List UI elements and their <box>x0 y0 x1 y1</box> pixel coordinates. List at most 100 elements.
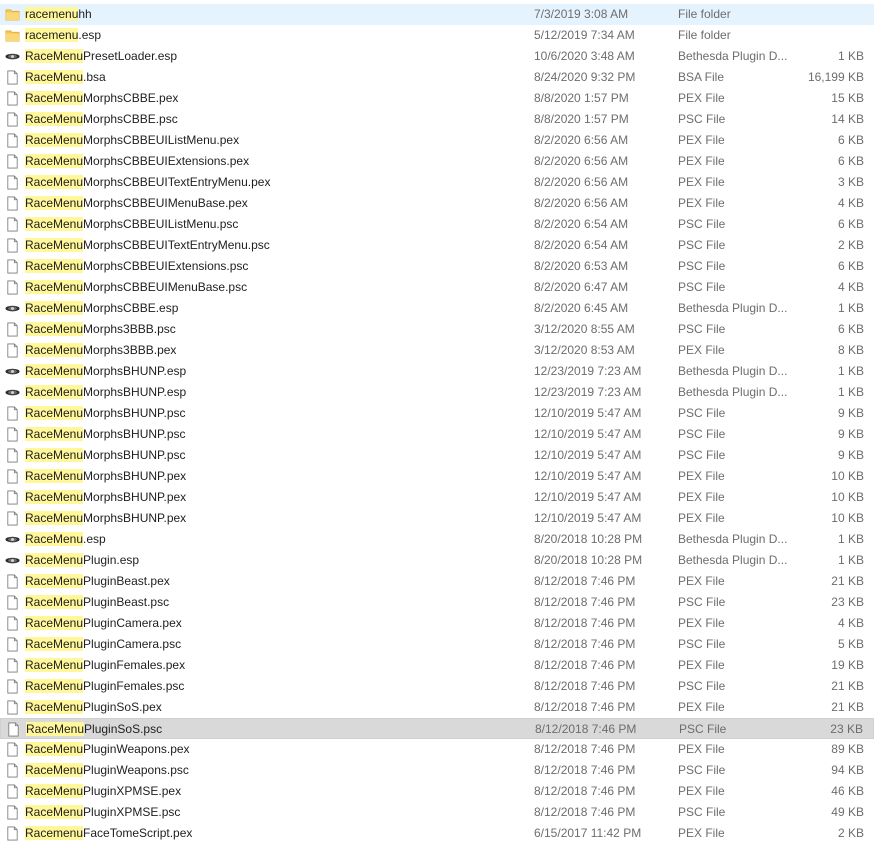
file-row[interactable]: RaceMenu.bsa 8/24/2020 9:32 PM BSA File 16,… <box>0 67 874 88</box>
file-name-rest: PluginWeapons.pex <box>83 742 190 756</box>
file-name: RaceMenuMorphsCBBEUIMenuBase.psc <box>25 277 247 298</box>
file-icon <box>5 511 20 526</box>
file-row[interactable]: RaceMenuMorphsCBBEUIListMenu.psc 8/2/2020… <box>0 214 874 235</box>
date-modified: 12/10/2019 5:47 AM <box>534 469 642 483</box>
file-name-rest: PluginFemales.psc <box>83 679 185 693</box>
file-row[interactable]: RaceMenuMorphsBHUNP.esp 12/23/2019 7:23 A… <box>0 382 874 403</box>
file-row[interactable]: RaceMenuMorphsCBBEUIExtensions.pex 8/2/20… <box>0 151 874 172</box>
search-match-highlight: RaceMenu <box>25 217 84 231</box>
file-row[interactable]: RaceMenuMorphsBHUNP.esp 12/23/2019 7:23 A… <box>0 361 874 382</box>
search-match-highlight: RaceMenu <box>25 658 84 672</box>
file-row[interactable]: RaceMenuPresetLoader.esp 10/6/2020 3:48 A… <box>0 46 874 67</box>
file-row[interactable]: racemenu.esp 5/12/2019 7:34 AM File folder <box>0 25 874 46</box>
date-modified: 8/12/2018 7:46 PM <box>534 616 636 630</box>
file-row[interactable]: RaceMenuMorphsCBBEUITextEntryMenu.pex 8/2… <box>0 172 874 193</box>
folder-icon <box>5 28 20 43</box>
file-row[interactable]: RaceMenuMorphsCBBEUIMenuBase.pex 8/2/2020… <box>0 193 874 214</box>
file-row[interactable]: RaceMenuPluginSoS.psc 8/12/2018 7:46 PM PS… <box>0 718 874 739</box>
file-row[interactable]: RaceMenuMorphsBHUNP.pex 12/10/2019 5:47 A… <box>0 466 874 487</box>
file-name: RaceMenu.esp <box>25 529 106 550</box>
file-row[interactable]: RaceMenuPluginXPMSE.pex 8/12/2018 7:46 PM… <box>0 781 874 802</box>
file-row[interactable]: RacemenuFaceTomeScript.pex 6/15/2017 11:4… <box>0 823 874 844</box>
file-row[interactable]: RaceMenuMorphsCBBEUIExtensions.psc 8/2/20… <box>0 256 874 277</box>
search-match-highlight: RaceMenu <box>25 385 84 399</box>
date-modified: 8/2/2020 6:45 AM <box>534 301 629 315</box>
search-match-highlight: RaceMenu <box>25 700 84 714</box>
file-size: 4 KB <box>837 616 864 630</box>
date-modified: 6/15/2017 11:42 PM <box>534 826 642 840</box>
file-name-rest: PluginXPMSE.pex <box>83 784 182 798</box>
file-name: RaceMenuPluginSoS.psc <box>26 719 162 740</box>
file-row[interactable]: RaceMenuPlugin.esp 8/20/2018 10:28 PM Beth… <box>0 550 874 571</box>
file-size: 21 KB <box>831 574 864 588</box>
file-size: 23 KB <box>831 595 864 609</box>
search-match-highlight: RaceMenu <box>25 301 84 315</box>
date-modified: 3/12/2020 8:53 AM <box>534 343 635 357</box>
file-size: 23 KB <box>830 722 863 736</box>
file-name: RaceMenuPluginWeapons.psc <box>25 760 189 781</box>
file-name: RaceMenuMorphsCBBEUIListMenu.psc <box>25 214 238 235</box>
file-icon <box>5 112 20 127</box>
file-row[interactable]: RaceMenuPluginCamera.psc 8/12/2018 7:46 P… <box>0 634 874 655</box>
file-row[interactable]: RaceMenuMorphsBHUNP.pex 12/10/2019 5:47 A… <box>0 508 874 529</box>
file-row[interactable]: RaceMenuMorphsBHUNP.psc 12/10/2019 5:47 A… <box>0 403 874 424</box>
file-name-rest: MorphsBHUNP.esp <box>83 364 187 378</box>
file-row[interactable]: RaceMenuPluginBeast.pex 8/12/2018 7:46 PM… <box>0 571 874 592</box>
file-size: 2 KB <box>837 826 864 840</box>
file-row[interactable]: RaceMenuMorphsCBBE.esp 8/2/2020 6:45 AM Be… <box>0 298 874 319</box>
file-row[interactable]: RaceMenuMorphsBHUNP.psc 12/10/2019 5:47 A… <box>0 424 874 445</box>
file-name-rest: Morphs3BBB.pex <box>83 343 177 357</box>
file-icon <box>5 469 20 484</box>
file-type: PSC File <box>678 406 726 420</box>
search-match-highlight: RaceMenu <box>25 616 84 630</box>
file-size: 6 KB <box>837 217 864 231</box>
file-row[interactable]: racemenuhh 7/3/2019 3:08 AM File folder <box>0 4 874 25</box>
file-row[interactable]: RaceMenuMorphs3BBB.psc 3/12/2020 8:55 AM P… <box>0 319 874 340</box>
file-row[interactable]: RaceMenuPluginFemales.pex 8/12/2018 7:46 … <box>0 655 874 676</box>
file-name-rest: PresetLoader.esp <box>83 49 178 63</box>
date-modified: 8/12/2018 7:46 PM <box>534 637 636 651</box>
file-row[interactable]: RaceMenuPluginSoS.pex 8/12/2018 7:46 PM PE… <box>0 697 874 718</box>
folder-icon <box>5 7 20 22</box>
file-row[interactable]: RaceMenuMorphsCBBEUIListMenu.pex 8/2/2020… <box>0 130 874 151</box>
search-match-highlight: RaceMenu <box>26 722 85 736</box>
file-row[interactable]: RaceMenuMorphsCBBE.psc 8/8/2020 1:57 PM PS… <box>0 109 874 130</box>
file-row[interactable]: RaceMenuMorphsBHUNP.pex 12/10/2019 5:47 A… <box>0 487 874 508</box>
search-match-highlight: RaceMenu <box>25 742 84 756</box>
file-row[interactable]: RaceMenuPluginXPMSE.psc 8/12/2018 7:46 PM… <box>0 802 874 823</box>
date-modified: 8/24/2020 9:32 PM <box>534 70 636 84</box>
date-modified: 8/2/2020 6:56 AM <box>534 133 629 147</box>
file-name: RaceMenuMorphsBHUNP.pex <box>25 466 186 487</box>
file-name-rest: MorphsCBBEUITextEntryMenu.psc <box>83 238 270 252</box>
file-type: PSC File <box>678 238 726 252</box>
file-row[interactable]: RaceMenuPluginBeast.psc 8/12/2018 7:46 PM… <box>0 592 874 613</box>
file-name-rest: .esp <box>83 532 106 546</box>
file-row[interactable]: RaceMenuPluginWeapons.pex 8/12/2018 7:46 … <box>0 739 874 760</box>
file-row[interactable]: RaceMenuMorphs3BBB.pex 3/12/2020 8:53 AM P… <box>0 340 874 361</box>
file-size: 9 KB <box>837 448 864 462</box>
file-row[interactable]: RaceMenuMorphsCBBE.pex 8/8/2020 1:57 PM PE… <box>0 88 874 109</box>
file-type: PEX File <box>678 658 725 672</box>
file-row[interactable]: RaceMenu.esp 8/20/2018 10:28 PM Bethesda P… <box>0 529 874 550</box>
file-row[interactable]: RaceMenuMorphsCBBEUIMenuBase.psc 8/2/2020… <box>0 277 874 298</box>
file-row[interactable]: RaceMenuMorphsBHUNP.psc 12/10/2019 5:47 A… <box>0 445 874 466</box>
file-name-rest: PluginWeapons.psc <box>83 763 189 777</box>
file-row[interactable]: RaceMenuMorphsCBBEUITextEntryMenu.psc 8/2… <box>0 235 874 256</box>
file-name-rest: Morphs3BBB.psc <box>83 322 176 336</box>
file-type: PSC File <box>678 427 726 441</box>
file-name-rest: PluginFemales.pex <box>83 658 186 672</box>
file-name: RaceMenuMorphsCBBE.psc <box>25 109 178 130</box>
file-row[interactable]: RaceMenuPluginCamera.pex 8/12/2018 7:46 P… <box>0 613 874 634</box>
file-icon <box>5 217 20 232</box>
file-type: PEX File <box>678 154 725 168</box>
file-name-rest: .bsa <box>83 70 106 84</box>
file-type: PEX File <box>678 469 725 483</box>
search-match-highlight: RaceMenu <box>25 427 84 441</box>
file-row[interactable]: RaceMenuPluginWeapons.psc 8/12/2018 7:46 … <box>0 760 874 781</box>
file-name: RacemenuFaceTomeScript.pex <box>25 823 192 844</box>
file-type: File folder <box>678 28 731 42</box>
file-name: RaceMenuMorphsCBBE.pex <box>25 88 178 109</box>
file-name: RaceMenuMorphsBHUNP.esp <box>25 361 186 382</box>
file-row[interactable]: RaceMenuPluginFemales.psc 8/12/2018 7:46 … <box>0 676 874 697</box>
search-match-highlight: RaceMenu <box>25 70 84 84</box>
